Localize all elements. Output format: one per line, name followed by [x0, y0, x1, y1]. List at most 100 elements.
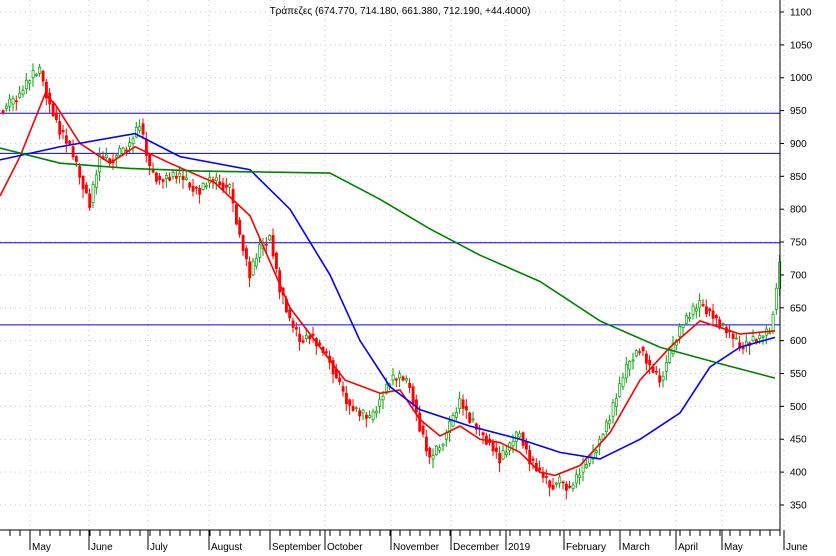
candle-body: [391, 374, 395, 381]
candle-body: [301, 340, 305, 343]
y-tick-label: 700: [790, 270, 807, 281]
candle-body: [184, 177, 188, 180]
candle-body: [594, 450, 598, 453]
candle-body: [394, 378, 398, 381]
candle-body: [518, 433, 522, 438]
candle-body: [381, 395, 385, 401]
candle-body: [234, 204, 238, 225]
candle-body: [368, 415, 372, 418]
candle-body: [548, 480, 552, 488]
candle-body: [244, 248, 248, 260]
candle-body: [511, 441, 515, 447]
candle-body: [358, 410, 362, 417]
candle-body: [584, 463, 588, 469]
y-tick-label: 600: [790, 336, 807, 347]
y-tick-label: 650: [790, 303, 807, 314]
candle-body: [604, 421, 608, 432]
candle-body: [361, 409, 365, 414]
axes: 350 400 450 500 550 600 650 700 750 800 850 900 950 1…: [0, 0, 813, 553]
candle-body: [11, 98, 15, 105]
candle-body: [274, 252, 278, 269]
candle-body: [91, 183, 95, 203]
candle-body: [681, 324, 685, 328]
candle-body: [571, 484, 575, 489]
candle-body: [178, 173, 182, 177]
candle-body: [24, 79, 28, 90]
y-tick-label: 500: [790, 402, 807, 413]
candle-body: [264, 243, 268, 246]
candle-body: [288, 309, 292, 319]
candle-body: [28, 80, 32, 84]
candle-body: [354, 407, 358, 410]
y-tick-label: 550: [790, 369, 807, 380]
candle-body: [524, 441, 528, 450]
candle-body: [58, 121, 62, 135]
candle-body: [378, 399, 382, 407]
candle-body: [14, 100, 18, 103]
candle-body: [68, 140, 72, 145]
candle-body: [714, 315, 718, 319]
candle-body: [54, 112, 58, 120]
candle-body: [704, 306, 708, 315]
candle-body: [154, 172, 158, 182]
candle-body: [481, 432, 485, 436]
candle-body: [468, 412, 472, 423]
chart-title: Τράπεζες (674.770, 714.180, 661.380, 712…: [270, 5, 531, 17]
candle-body: [324, 351, 328, 353]
y-tick-label: 950: [790, 106, 807, 117]
candle-body: [364, 414, 368, 419]
candle-body: [458, 398, 462, 409]
candle-body: [408, 383, 412, 388]
candles: [1, 63, 782, 500]
candle-body: [374, 410, 378, 414]
candle-body: [578, 474, 582, 478]
candle-body: [768, 332, 772, 335]
candle-body: [218, 181, 222, 186]
candle-body: [64, 135, 68, 144]
candle-body: [31, 70, 35, 79]
candle-body: [761, 335, 765, 338]
candle-body: [88, 193, 92, 208]
candle-body: [94, 174, 98, 188]
candle-body: [608, 419, 612, 425]
candle-body: [544, 476, 548, 478]
candle-body: [118, 148, 122, 156]
candle-body: [721, 323, 725, 325]
candle-body: [611, 402, 615, 417]
candle-body: [204, 185, 208, 188]
moving-average-line: [0, 132, 776, 460]
candle-body: [228, 184, 232, 188]
candle-body: [741, 346, 745, 350]
candle-body: [501, 450, 505, 460]
candle-body: [734, 337, 738, 340]
moving-averages: [0, 92, 776, 477]
candle-body: [561, 481, 565, 484]
candle-body: [558, 476, 562, 484]
candle-body: [291, 320, 295, 328]
candle-body: [494, 447, 498, 452]
candle-body: [18, 92, 22, 98]
candle-body: [538, 467, 542, 471]
candle-body: [174, 175, 178, 179]
candle-body: [461, 399, 465, 409]
candle-body: [564, 483, 568, 491]
moving-average-line: [0, 92, 776, 477]
candle-body: [504, 451, 508, 455]
candle-body: [8, 98, 12, 107]
candle-body: [441, 443, 445, 447]
candle-body: [521, 432, 525, 446]
candle-body: [418, 412, 422, 432]
candle-body: [34, 73, 38, 76]
candle-body: [428, 447, 432, 458]
x-tick-label: November: [393, 542, 440, 553]
candle-body: [294, 327, 298, 330]
candle-body: [644, 353, 648, 364]
candle-body: [774, 287, 778, 310]
moving-average-line: [0, 147, 776, 379]
candle-body: [191, 185, 195, 192]
candle-body: [158, 175, 162, 180]
candle-body: [251, 260, 255, 276]
x-tick-label: March: [622, 542, 650, 553]
candle-body: [241, 235, 245, 251]
horizontal-lines: [0, 112, 780, 326]
